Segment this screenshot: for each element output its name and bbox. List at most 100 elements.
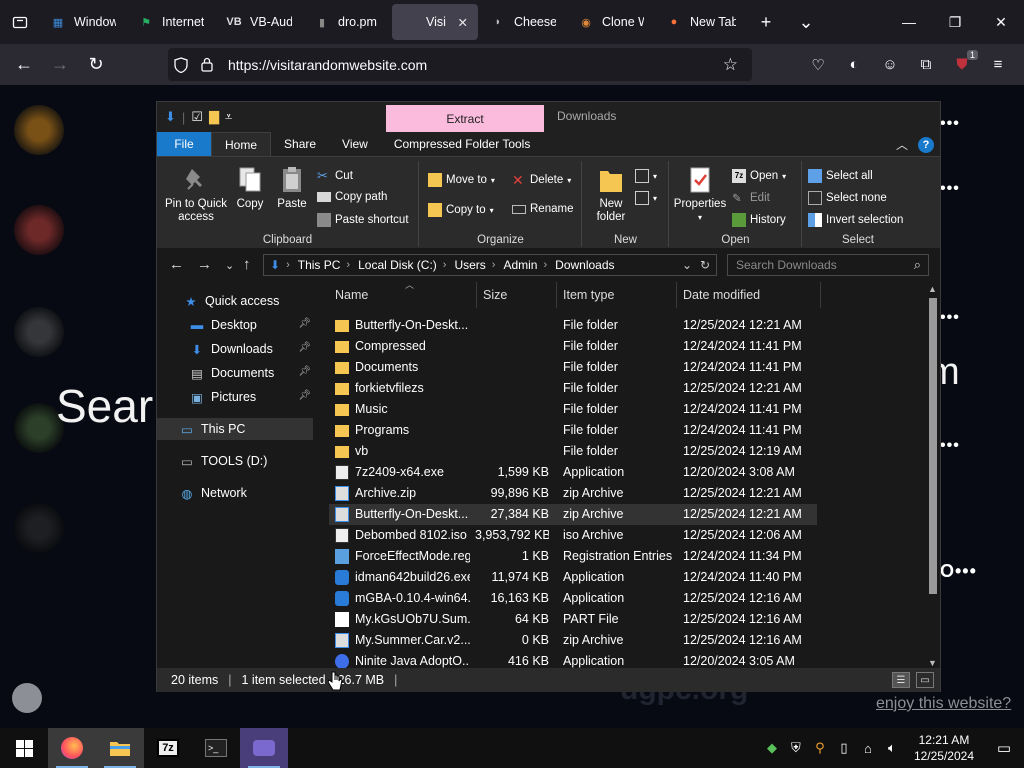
tray-app-icon[interactable]: ◆ bbox=[760, 728, 784, 768]
address-bar[interactable]: ⬇ › This PC › Local Disk (C:) › Users › Admin ›… bbox=[263, 254, 717, 276]
download-arrow-icon[interactable]: ⬇ bbox=[165, 109, 176, 125]
browser-tab[interactable]: ⚑ Internet bbox=[128, 4, 214, 40]
delete-button[interactable]: ✕ Delete ▾ bbox=[512, 173, 571, 187]
select-none-button[interactable]: Select none bbox=[808, 191, 887, 205]
close-window-button[interactable]: ✕ bbox=[978, 0, 1024, 44]
usb-icon[interactable]: ▯ bbox=[832, 728, 856, 768]
copy-button[interactable]: Copy bbox=[233, 165, 267, 211]
file-row[interactable]: Music File folder 12/24/2024 11:41 PM bbox=[329, 399, 817, 420]
back-nav-icon[interactable]: ← bbox=[169, 256, 184, 273]
menu-dots[interactable]: O••• bbox=[940, 561, 977, 582]
nav-item[interactable]: ▭ This PC bbox=[157, 418, 313, 440]
file-row[interactable]: vb File folder 12/25/2024 12:19 AM bbox=[329, 441, 817, 462]
firefox-view-button[interactable] bbox=[0, 0, 40, 44]
start-button[interactable] bbox=[0, 728, 48, 768]
reload-button[interactable]: ↻ bbox=[78, 47, 114, 83]
maximize-button[interactable]: ❐ bbox=[932, 0, 978, 44]
vertical-scrollbar[interactable]: ▲ ▼ bbox=[926, 284, 940, 668]
pin-quick-access-button[interactable]: Pin to Quick access bbox=[163, 165, 229, 224]
file-row[interactable]: Butterfly-On-Deskt... 27,384 KB zip Archiv… bbox=[329, 504, 817, 525]
file-row[interactable]: Programs File folder 12/24/2024 11:41 PM bbox=[329, 420, 817, 441]
nav-item[interactable]: ▣ Pictures 📌︎ bbox=[157, 386, 313, 408]
breadcrumb-item[interactable]: Local Disk (C:) › bbox=[358, 258, 446, 272]
lock-icon[interactable] bbox=[194, 57, 220, 72]
new-folder-button[interactable]: New folder bbox=[591, 165, 631, 224]
tab-share[interactable]: Share bbox=[271, 132, 329, 156]
bookmark-star-icon[interactable]: ☆ bbox=[723, 55, 738, 75]
network-icon[interactable]: ⌂ bbox=[856, 728, 880, 768]
menu-dots[interactable]: ••• bbox=[940, 437, 960, 455]
move-to-button[interactable]: Move to ▾ bbox=[428, 173, 495, 187]
new-tab-button[interactable]: + bbox=[746, 4, 786, 40]
copy-to-button[interactable]: Copy to ▾ bbox=[428, 203, 494, 217]
tab-compressed-folder-tools[interactable]: Compressed Folder Tools bbox=[381, 132, 544, 156]
nav-item[interactable]: ⬇ Downloads 📌︎ bbox=[157, 338, 313, 360]
search-tray-icon[interactable]: ⚲ bbox=[808, 728, 832, 768]
tracking-protection-icon[interactable] bbox=[168, 56, 194, 73]
browser-tab[interactable]: ▮ dro.pm bbox=[304, 4, 390, 40]
tab-file[interactable]: File bbox=[157, 132, 211, 156]
browser-tab[interactable]: ◉ Clone W bbox=[568, 4, 654, 40]
help-icon[interactable]: ? bbox=[918, 136, 934, 153]
forward-nav-icon[interactable]: → bbox=[197, 256, 212, 273]
nav-item[interactable]: ★ Quick access bbox=[157, 290, 313, 312]
search-input[interactable]: Search Downloads ⌕ bbox=[727, 254, 929, 276]
customize-qat-icon[interactable]: ⩡ bbox=[225, 109, 232, 125]
menu-dots[interactable]: ••• bbox=[940, 309, 960, 327]
column-type[interactable]: Item type bbox=[557, 282, 677, 308]
nav-item[interactable]: ▬ Desktop 📌︎ bbox=[157, 314, 313, 336]
up-folder-icon[interactable]: ↑ bbox=[243, 256, 251, 273]
breadcrumb-chevron-icon[interactable]: › bbox=[443, 259, 447, 271]
scrollbar-thumb[interactable] bbox=[929, 298, 937, 594]
file-row[interactable]: mGBA-0.10.4-win64... 16,163 KB Application… bbox=[329, 588, 817, 609]
refresh-icon[interactable]: ↻ bbox=[700, 258, 710, 272]
file-row[interactable]: idman642build26.exe 11,974 KB Application 1… bbox=[329, 567, 817, 588]
easy-access-button[interactable]: ▾ bbox=[635, 191, 657, 205]
file-row[interactable]: My.Summer.Car.v2... 0 KB zip Archive 12/25/… bbox=[329, 630, 817, 651]
nav-item[interactable]: ◍ Network bbox=[157, 482, 313, 504]
browser-tab[interactable]: ▦ Window bbox=[40, 4, 126, 40]
folder-qat-icon[interactable]: ▇ bbox=[209, 109, 219, 125]
file-row[interactable]: Ninite Java AdoptO... 416 KB Application 12… bbox=[329, 651, 817, 668]
rename-button[interactable]: Rename bbox=[512, 203, 573, 215]
file-row[interactable]: Butterfly-On-Deskt... File folder 12/25/20… bbox=[329, 315, 817, 336]
menu-button[interactable]: ≡ bbox=[980, 48, 1016, 81]
account-button[interactable]: ☺ bbox=[872, 48, 908, 81]
nav-item[interactable]: ▭ TOOLS (D:) bbox=[157, 450, 313, 472]
extensions-button[interactable]: ⧉ bbox=[908, 48, 944, 81]
taskbar-app[interactable] bbox=[240, 728, 288, 768]
open-button[interactable]: 7z Open ▾ bbox=[732, 169, 786, 183]
taskbar-firefox[interactable] bbox=[48, 728, 96, 768]
file-row[interactable]: Documents File folder 12/24/2024 11:41 PM bbox=[329, 357, 817, 378]
browser-tab[interactable]: ◗ Cheese bbox=[480, 4, 566, 40]
breadcrumb-chevron-icon[interactable]: › bbox=[543, 259, 547, 271]
large-icons-view-button[interactable]: ▭ bbox=[916, 672, 934, 688]
breadcrumb-chevron-icon[interactable]: › bbox=[492, 259, 496, 271]
breadcrumb-item[interactable]: Users › bbox=[454, 258, 495, 272]
file-row[interactable]: ForceEffectMode.reg 1 KB Registration Entr… bbox=[329, 546, 817, 567]
clock[interactable]: 12:21 AM 12/25/2024 bbox=[914, 732, 974, 764]
paste-button[interactable]: Paste bbox=[275, 165, 309, 211]
file-row[interactable]: Debombed 8102.iso 3,953,792 KB iso Archive… bbox=[329, 525, 817, 546]
column-size[interactable]: Size bbox=[477, 282, 557, 308]
file-row[interactable]: 7z2409-x64.exe 1,599 KB Application 12/20/2… bbox=[329, 462, 817, 483]
address-dropdown-icon[interactable]: ⌄ bbox=[682, 258, 692, 272]
paste-shortcut-button[interactable]: Paste shortcut bbox=[317, 213, 409, 227]
browser-tab[interactable]: ● New Tab bbox=[656, 4, 746, 40]
properties-button[interactable]: Properties ▾ bbox=[672, 165, 728, 224]
browser-tab[interactable]: Visit A Ra ✕ bbox=[392, 4, 478, 40]
github-icon[interactable] bbox=[12, 683, 42, 713]
contextual-tab-extract[interactable]: Extract bbox=[386, 105, 544, 132]
taskbar-file-explorer[interactable] bbox=[96, 728, 144, 768]
close-tab-icon[interactable]: ✕ bbox=[458, 15, 468, 30]
file-row[interactable]: My.kGsUOb7U.Sum... 64 KB PART File 12/25/20… bbox=[329, 609, 817, 630]
notifications-button[interactable]: ▭ bbox=[984, 728, 1024, 768]
copy-path-button[interactable]: Copy path bbox=[317, 191, 387, 203]
nav-item[interactable]: ▤ Documents 📌︎ bbox=[157, 362, 313, 384]
column-date[interactable]: Date modified bbox=[677, 282, 821, 308]
volume-icon[interactable]: 🔈︎ bbox=[880, 728, 904, 768]
ublock-button[interactable]: ⛊ 1 bbox=[944, 48, 980, 81]
breadcrumb-item[interactable]: Admin › bbox=[503, 258, 547, 272]
menu-dots[interactable]: ••• bbox=[940, 115, 960, 133]
back-button[interactable]: ← bbox=[6, 47, 42, 83]
